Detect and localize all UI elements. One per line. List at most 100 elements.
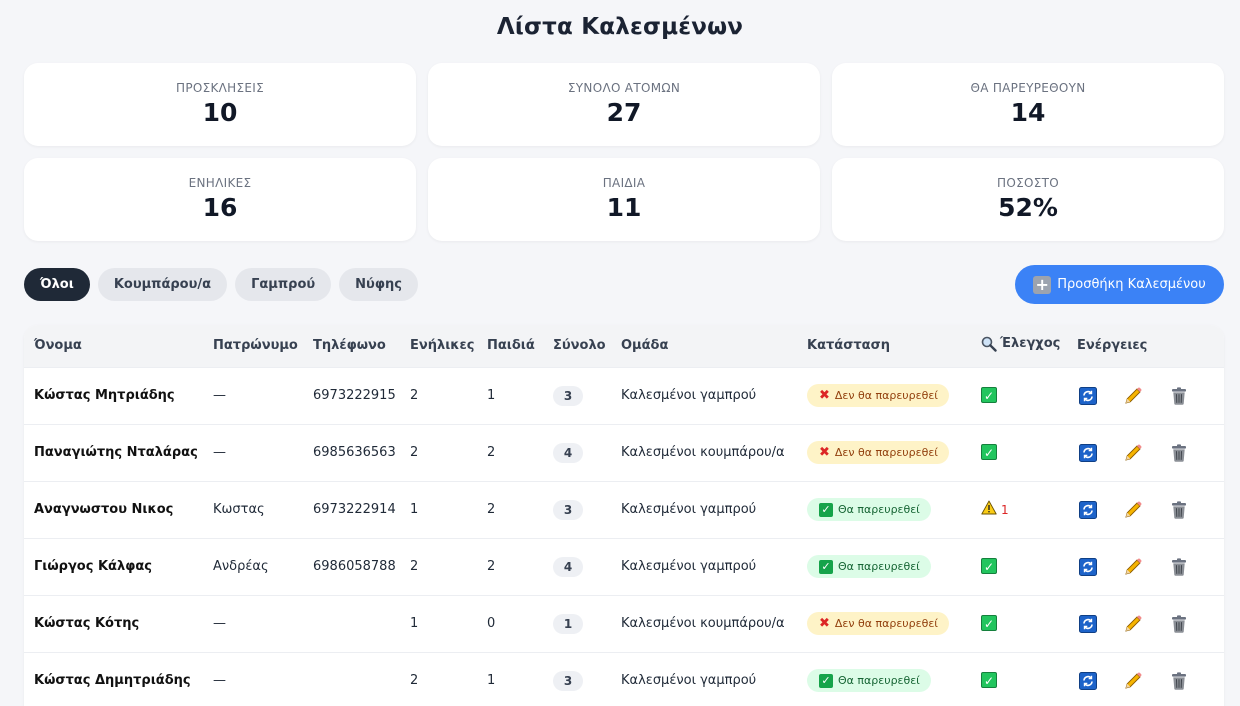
magnifier-icon [981,336,997,352]
cell-total: 3 [543,652,611,706]
header-status[interactable]: Κατάσταση [797,325,971,367]
refresh-icon[interactable] [1079,671,1097,690]
stat-value: 16 [202,193,238,222]
header-group[interactable]: Ομάδα [611,325,797,367]
cell-group: Καλεσμένοι γαμπρού [621,559,757,574]
header-check[interactable]: Έλεγχος [971,325,1067,367]
delete-trash-icon[interactable] [1169,557,1189,577]
cell-actions [1067,595,1224,652]
table-row[interactable]: Κώστας Κότης — 1 0 1 Καλεσμένοι κουμπάρου/α ✖ Δ… [24,595,1224,652]
stat-card-percentage: ΠΟΣΟΣΤΟ 52% [832,158,1224,241]
cell-group: Καλεσμένοι γαμπρού [621,673,757,689]
cell-actions [1067,367,1224,424]
cell-children: 0 [487,616,496,631]
stat-card-total-people: ΣΥΝΟΛΟ ΑΤΟΜΩΝ 27 [428,63,820,146]
edit-pencil-icon[interactable] [1123,386,1143,406]
status-badge[interactable]: ✓ Θα παρευρεθεί [807,555,931,578]
cell-group: Καλεσμένοι κουμπάρου/α [621,616,785,631]
edit-pencil-icon[interactable] [1123,671,1143,691]
cell-actions [1067,481,1224,538]
refresh-icon[interactable] [1079,386,1097,405]
table-header-row: Όνομα Πατρώνυμο Τηλέφωνο Ενήλικες Παιδιά… [24,325,1224,367]
header-patronymic[interactable]: Πατρώνυμο [203,325,303,367]
header-adults[interactable]: Ενήλικες [400,325,477,367]
header-children[interactable]: Παιδιά [477,325,543,367]
table-row[interactable]: Κώστας Δημητριάδης — 2 1 3 Καλεσμένοι γαμπρού… [24,652,1224,706]
check-ok-icon[interactable]: ✓ [981,672,997,689]
delete-trash-icon[interactable] [1169,614,1189,634]
warning-icon[interactable] [981,500,997,519]
edit-pencil-icon[interactable] [1123,614,1143,634]
guest-table: Όνομα Πατρώνυμο Τηλέφωνο Ενήλικες Παιδιά… [24,325,1224,706]
status-badge[interactable]: ✖ Δεν θα παρευρεθεί [807,441,949,464]
header-actions: Ενέργειες [1077,338,1148,354]
status-badge[interactable]: ✖ Δεν θα παρευρεθεί [807,384,949,407]
cell-check: ✓ [971,595,1067,652]
check-ok-icon[interactable]: ✓ [981,615,997,631]
total-pill: 3 [553,499,583,520]
edit-pencil-icon[interactable] [1123,500,1143,520]
filter-bride[interactable]: Νύφης [339,268,418,301]
filter-groom[interactable]: Γαμπρού [235,268,332,301]
cell-children: 2 [487,445,496,460]
stat-value: 10 [202,98,238,127]
stat-label: ΘΑ ΠΑΡΕΥΡΕΘΟΥΝ [970,81,1086,95]
table-row[interactable]: Αναγνωστου Νικος Κωστας 6973222914 1 2 3 Καλεσ… [24,481,1224,538]
refresh-icon[interactable] [1079,443,1097,462]
cell-patronymic: — [213,388,226,403]
delete-trash-icon[interactable] [1169,443,1189,463]
delete-trash-icon[interactable] [1169,500,1189,520]
delete-trash-icon[interactable] [1169,671,1189,691]
header-check-label: Έλεγχος [1000,336,1061,352]
stat-value: 11 [606,193,642,222]
filter-best-man[interactable]: Κουμπάρου/α [97,268,228,301]
stat-value: 52% [998,193,1058,222]
cell-adults: 2 [410,673,419,689]
cell-status: ✖ Δεν θα παρευρεθεί [797,595,971,652]
check-ok-icon[interactable]: ✓ [981,387,997,403]
plus-icon: + [1033,275,1052,294]
cell-patronymic: — [213,616,226,631]
cell-patronymic: — [213,445,226,460]
header-total[interactable]: Σύνολο [543,325,611,367]
add-guest-button[interactable]: + Προσθήκη Καλεσμένου [1015,265,1224,304]
cell-adults: 1 [410,502,419,517]
header-phone[interactable]: Τηλέφωνο [303,325,400,367]
filter-bar: Όλοι Κουμπάρου/α Γαμπρού Νύφης [24,268,418,301]
refresh-icon[interactable] [1079,614,1097,633]
cross-mark-icon: ✖ [819,445,830,460]
stats-grid: ΠΡΟΣΚΛΗΣΕΙΣ 10 ΣΥΝΟΛΟ ΑΤΟΜΩΝ 27 ΘΑ ΠΑΡΕΥ… [24,63,1224,241]
cell-check: 1 [971,481,1067,538]
stat-card-adults: ΕΝΗΛΙΚΕΣ 16 [24,158,416,241]
edit-pencil-icon[interactable] [1123,557,1143,577]
cell-total: 1 [543,595,611,652]
status-badge[interactable]: ✓ Θα παρευρεθεί [807,669,931,693]
cell-name: Αναγνωστου Νικος [34,502,174,517]
filter-all[interactable]: Όλοι [24,268,90,301]
table-row[interactable]: Γιώργος Κάλφας Ανδρέας 6986058788 2 2 4 Καλεσμ… [24,538,1224,595]
header-name[interactable]: Όνομα [24,325,203,367]
cell-total: 3 [543,367,611,424]
cell-group: Καλεσμένοι γαμπρού [621,388,757,403]
table-row[interactable]: Παναγιώτης Νταλάρας — 6985636563 2 2 4 Καλεσμέ… [24,424,1224,481]
stat-label: ΣΥΝΟΛΟ ΑΤΟΜΩΝ [567,81,681,95]
table-row[interactable]: Κώστας Μητριάδης — 6973222915 2 1 3 Καλεσμένοι… [24,367,1224,424]
refresh-icon[interactable] [1079,557,1097,576]
total-pill: 1 [553,613,583,634]
cell-patronymic: Κωστας [213,502,265,517]
cell-patronymic: Ανδρέας [213,559,269,574]
check-ok-icon[interactable]: ✓ [981,444,997,460]
status-label: Δεν θα παρευρεθεί [834,389,938,402]
delete-trash-icon[interactable] [1169,386,1189,406]
total-pill: 4 [553,442,583,463]
cell-status: ✓ Θα παρευρεθεί [797,481,971,538]
check-ok-icon[interactable]: ✓ [981,558,997,574]
edit-pencil-icon[interactable] [1123,443,1143,463]
stat-card-attending: ΘΑ ΠΑΡΕΥΡΕΘΟΥΝ 14 [832,63,1224,146]
check-mark-icon: ✓ [819,673,833,688]
refresh-icon[interactable] [1079,500,1097,519]
cell-name: Γιώργος Κάλφας [34,559,153,574]
status-badge[interactable]: ✓ Θα παρευρεθεί [807,498,931,521]
status-badge[interactable]: ✖ Δεν θα παρευρεθεί [807,612,949,635]
stat-value: 27 [606,98,642,127]
